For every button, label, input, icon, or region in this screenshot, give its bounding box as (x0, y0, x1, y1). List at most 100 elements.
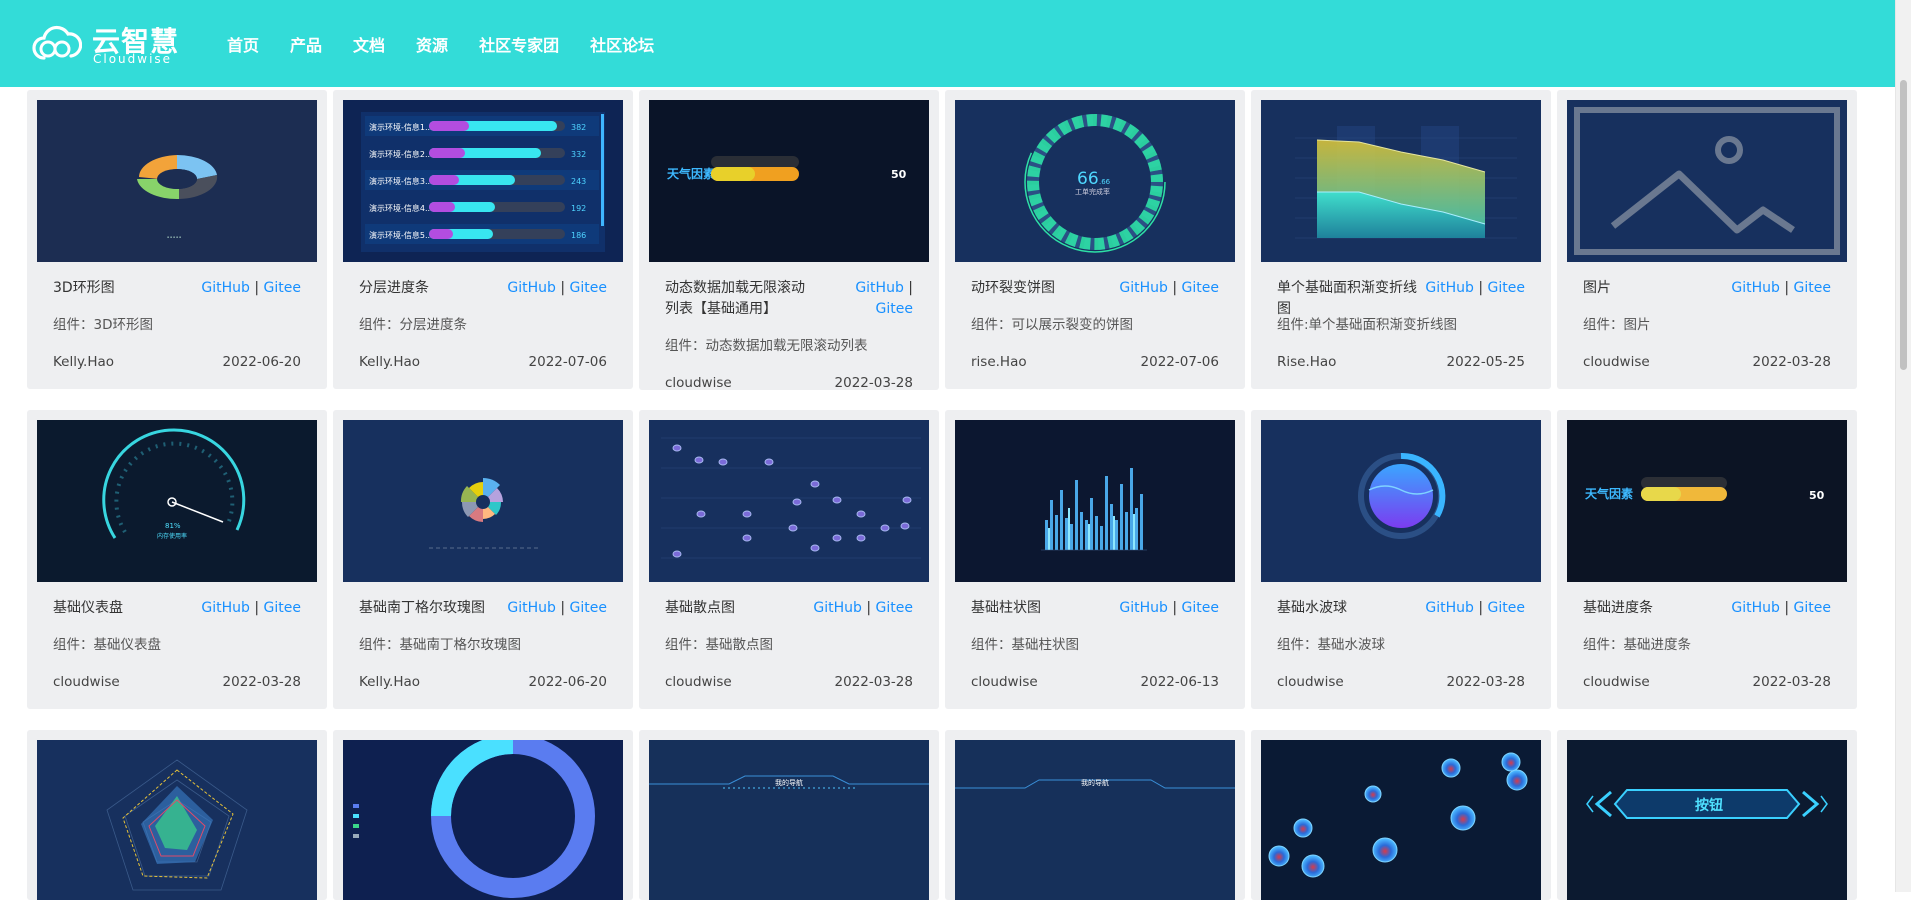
tech-button-label: 按钮 (1695, 797, 1723, 814)
gitee-link[interactable]: Gitee (570, 600, 607, 616)
component-card[interactable]: 基础水波球 GitHub | Gitee 组件：基础水波球 cloudwise … (1251, 410, 1551, 709)
nav-item-products[interactable]: 产品 (290, 32, 322, 56)
thumbnail-nav-header-1[interactable]: 我的导航 (649, 740, 929, 900)
thumbnail-donut-legend-chart[interactable] (343, 740, 623, 900)
github-link[interactable]: GitHub (1119, 280, 1168, 296)
thumbnail-nightingale-rose-chart[interactable] (343, 420, 623, 582)
progress-row-label: 演示环境-信息5... (369, 230, 433, 240)
thumbnail-segmented-ring-gauge[interactable]: 66 .66 工单完成率 (955, 100, 1235, 262)
thumbnail-3d-ring-chart[interactable]: ▪ ▪ ▪ ▪ ▪ (37, 100, 317, 262)
component-card[interactable]: 81% 内存使用率 基础仪表盘 GitHub | Gitee 组件：基础仪表盘 … (27, 410, 327, 709)
component-card[interactable]: 基础柱状图 GitHub | Gitee 组件：基础柱状图 cloudwise … (945, 410, 1245, 709)
nav-item-forum[interactable]: 社区论坛 (590, 32, 654, 56)
thumbnail-radar-chart[interactable] (37, 740, 317, 900)
github-link[interactable]: GitHub (813, 600, 862, 616)
nav-item-docs[interactable]: 文档 (353, 32, 385, 56)
github-link[interactable]: GitHub (201, 280, 250, 296)
page-scrollbar[interactable] (1895, 0, 1911, 892)
link-separator: | (1478, 280, 1484, 296)
component-card[interactable]: 天气因素 50 动态数据加载无限滚动列表【基础通用】 GitHub | Gite… (639, 90, 939, 390)
gitee-link[interactable]: Gitee (1794, 280, 1831, 296)
card-description: 组件：基础散点图 (665, 637, 773, 653)
gitee-link[interactable]: Gitee (1794, 600, 1831, 616)
progress-row-value: 243 (571, 177, 586, 186)
top-navigation-bar: 云智慧 Cloudwise 首页 产品 文档 资源 社区专家团 社区论坛 (0, 0, 1911, 87)
component-card[interactable]: 66 .66 工单完成率 动环裂变饼图 GitHub | Gitee 组件：可以… (945, 90, 1245, 389)
link-separator: | (1478, 600, 1484, 616)
component-card[interactable]: 基础南丁格尔玫瑰图 GitHub | Gitee 组件：基础南丁格尔玫瑰图 Ke… (333, 410, 633, 709)
github-link[interactable]: GitHub (201, 600, 250, 616)
gitee-link[interactable]: Gitee (1182, 280, 1219, 296)
card-description: 组件：图片 (1583, 317, 1651, 333)
card-date: 2022-06-20 (528, 674, 607, 690)
gitee-link[interactable]: Gitee (264, 280, 301, 296)
thumbnail-water-wave-ball[interactable] (1261, 420, 1541, 582)
component-card[interactable]: 基础散点图 GitHub | Gitee 组件：基础散点图 cloudwise … (639, 410, 939, 709)
card-author: cloudwise (1583, 674, 1650, 690)
thumbnail-image-placeholder[interactable] (1567, 100, 1847, 262)
card-title: 基础柱状图 (971, 600, 1041, 616)
nav-item-expert-team[interactable]: 社区专家团 (479, 32, 559, 56)
nav-item-home[interactable]: 首页 (227, 32, 259, 56)
component-card[interactable] (1251, 730, 1551, 900)
thumbnail-floating-bubbles[interactable] (1261, 740, 1541, 900)
thumbnail-layered-progress-bars[interactable]: 演示环境-信息1... 382 演示环境-信息2... 332 演示环境-信息3… (343, 100, 623, 262)
nav-header-title: 我的导航 (775, 778, 803, 787)
main-nav: 首页 产品 文档 资源 社区专家团 社区论坛 (227, 0, 685, 87)
gitee-link[interactable]: Gitee (1182, 600, 1219, 616)
gitee-link[interactable]: Gitee (876, 301, 913, 317)
link-separator: | (1784, 600, 1790, 616)
nav-item-resources[interactable]: 资源 (416, 32, 448, 56)
card-title: 动环裂变饼图 (971, 280, 1055, 296)
component-card[interactable]: 我的导航 (945, 730, 1245, 900)
component-card[interactable] (333, 730, 633, 900)
card-author: cloudwise (53, 674, 120, 690)
component-card[interactable]: 天气因素 50 基础进度条 GitHub | Gitee 组件：基础进度条 cl… (1557, 410, 1857, 709)
gitee-link[interactable]: Gitee (570, 280, 607, 296)
card-date: 2022-03-28 (1446, 674, 1525, 690)
github-link[interactable]: GitHub (1425, 600, 1474, 616)
thumbnail-bar-chart[interactable] (955, 420, 1235, 582)
component-card[interactable]: 演示环境-信息1... 382 演示环境-信息2... 332 演示环境-信息3… (333, 90, 633, 389)
github-link[interactable]: GitHub (1731, 600, 1780, 616)
github-link[interactable]: GitHub (507, 280, 556, 296)
gitee-link[interactable]: Gitee (1488, 280, 1525, 296)
thumbnail-tech-button[interactable]: 按钮 (1567, 740, 1847, 900)
gitee-link[interactable]: Gitee (1488, 600, 1525, 616)
card-title: 基础仪表盘 (53, 600, 123, 616)
brand-logo[interactable]: 云智慧 Cloudwise (30, 20, 180, 68)
component-card[interactable]: 按钮 (1557, 730, 1857, 900)
gauge-value-unit: .66 (1099, 178, 1111, 186)
cloud-logo-icon (32, 25, 82, 60)
card-title: 图片 (1583, 280, 1611, 296)
thumbnail-scatter-chart[interactable] (649, 420, 929, 582)
card-date: 2022-03-28 (1752, 674, 1831, 690)
github-link[interactable]: GitHub (1425, 280, 1474, 296)
card-links: GitHub | Gitee (1119, 598, 1219, 619)
github-link[interactable]: GitHub (507, 600, 556, 616)
github-link[interactable]: GitHub (1119, 600, 1168, 616)
card-description: 组件：3D环形图 (53, 317, 153, 333)
card-date: 2022-07-06 (528, 354, 607, 370)
component-card[interactable]: ▪ ▪ ▪ ▪ ▪ 3D环形图 GitHub | Gitee 组件：3D环形图 … (27, 90, 327, 389)
github-link[interactable]: GitHub (1731, 280, 1780, 296)
thumbnail-gradient-area-line-chart[interactable] (1261, 100, 1541, 262)
component-card[interactable]: 我的导航 (639, 730, 939, 900)
card-description: 组件：基础仪表盘 (53, 637, 161, 653)
card-description: 组件：可以展示裂变的饼图 (971, 317, 1133, 333)
thumbnail-nav-header-2[interactable]: 我的导航 (955, 740, 1235, 900)
gitee-link[interactable]: Gitee (876, 600, 913, 616)
component-card[interactable] (27, 730, 327, 900)
link-separator: | (254, 280, 260, 296)
scrollbar-thumb[interactable] (1900, 80, 1907, 370)
component-card[interactable]: 单个基础面积渐变折线图 GitHub | Gitee 组件:单个基础面积渐变折线… (1251, 90, 1551, 389)
thumbnail-basic-gauge[interactable]: 81% 内存使用率 (37, 420, 317, 582)
card-title: 3D环形图 (53, 280, 115, 296)
link-separator: | (1784, 280, 1790, 296)
component-card[interactable]: 图片 GitHub | Gitee 组件：图片 cloudwise 2022-0… (1557, 90, 1857, 389)
card-date: 2022-03-28 (834, 674, 913, 690)
gitee-link[interactable]: Gitee (264, 600, 301, 616)
thumbnail-basic-progress-bar[interactable]: 天气因素 50 (1567, 420, 1847, 582)
github-link[interactable]: GitHub (855, 280, 904, 296)
thumbnail-weather-progress-bar[interactable]: 天气因素 50 (649, 100, 929, 262)
